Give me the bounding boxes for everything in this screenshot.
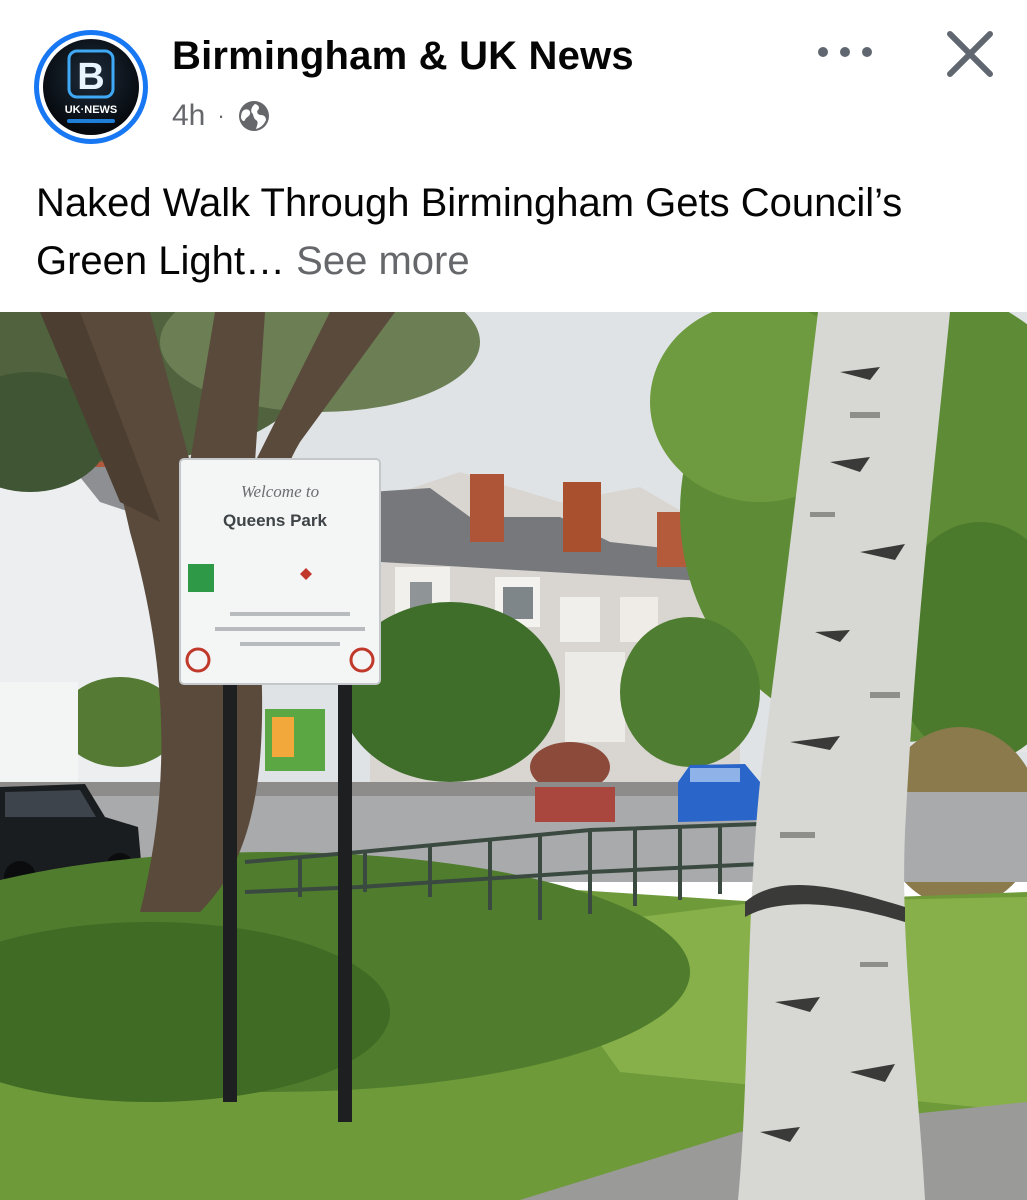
more-options-button[interactable]	[812, 30, 878, 74]
globe-icon[interactable]	[237, 99, 271, 133]
post-message: Naked Walk Through Birmingham Gets Counc…	[36, 174, 996, 290]
page-name[interactable]: Birmingham & UK News	[172, 34, 634, 79]
close-button[interactable]	[940, 24, 1000, 84]
avatar-letter: B	[77, 56, 104, 98]
post-photo[interactable]: Welcome to Queens Park	[0, 312, 1027, 1200]
sign-park-name: Queens Park	[223, 511, 327, 530]
avatar-logo: B UK·NEWS	[43, 39, 139, 135]
post-meta: 4h ·	[172, 96, 271, 136]
close-icon	[947, 31, 993, 77]
post-timestamp[interactable]: 4h	[172, 99, 205, 133]
see-more-link[interactable]: See more	[296, 239, 469, 283]
sign-welcome-text: Welcome to	[241, 482, 319, 501]
avatar-caption: UK·NEWS	[65, 104, 118, 116]
meta-separator: ·	[217, 103, 225, 128]
more-dots-icon	[818, 47, 828, 57]
page-avatar[interactable]: B UK·NEWS	[34, 30, 148, 144]
post-header: B UK·NEWS Birmingham & UK News 4h ·	[0, 0, 1027, 150]
